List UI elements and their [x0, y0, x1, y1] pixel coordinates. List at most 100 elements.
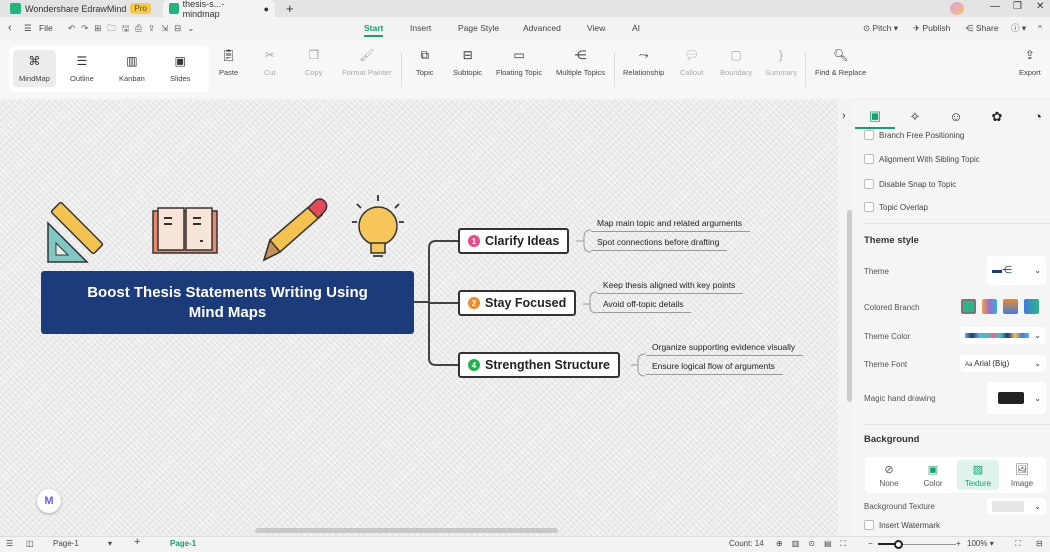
- branch-style-option[interactable]: [1003, 299, 1018, 314]
- back-icon[interactable]: ‹: [8, 17, 12, 39]
- callout-button[interactable]: 💬︎ Callout: [680, 48, 703, 77]
- restore-icon[interactable]: ❐: [1013, 1, 1022, 12]
- subtopic[interactable]: Map main topic and related arguments: [591, 218, 751, 232]
- pitch-button[interactable]: ⊙ Pitch ▾: [863, 17, 898, 39]
- pencil-icon: [262, 198, 328, 262]
- relationship-icon: ⤳: [638, 48, 649, 62]
- branch-style-option[interactable]: [982, 299, 997, 314]
- view-outline[interactable]: ☰ Outline: [70, 54, 94, 83]
- multiple-topics-button[interactable]: ⋲ Multiple Topics: [556, 48, 605, 77]
- checkbox-insert-watermark[interactable]: Insert Watermark: [864, 520, 940, 530]
- doc-tab[interactable]: thesis-s...-mindmap ●: [163, 0, 275, 19]
- collapse-panel-icon[interactable]: ›: [842, 110, 846, 122]
- theme-color-dropdown[interactable]: ⌄: [960, 327, 1046, 344]
- view-mindmap[interactable]: ⌘ MindMap: [13, 50, 56, 87]
- chevron-down-icon: ⌄: [1034, 266, 1041, 275]
- relationship-button[interactable]: ⤳ Relationship: [623, 48, 664, 77]
- collapse-ribbon-icon[interactable]: ^: [1038, 17, 1042, 39]
- label: Summary: [765, 68, 798, 77]
- root-topic[interactable]: Boost Thesis Statements Writing Using Mi…: [41, 271, 414, 334]
- publish-button[interactable]: ✈ Publish: [913, 17, 950, 39]
- tab-ai[interactable]: AI: [632, 17, 640, 39]
- checkbox-alignment-sibling[interactable]: Alignment With Sibling Topic: [864, 154, 980, 164]
- branch-style-option[interactable]: [1024, 299, 1039, 314]
- add-page-button[interactable]: +: [134, 536, 140, 548]
- close-icon[interactable]: ✕: [1036, 1, 1044, 12]
- cut-button[interactable]: ✂ Cut: [264, 48, 276, 77]
- new-tab-button[interactable]: +: [280, 0, 300, 17]
- outline-toggle-icon[interactable]: ☰: [6, 539, 13, 548]
- subtopic[interactable]: Keep thesis aligned with key points: [597, 280, 744, 294]
- bg-option-none[interactable]: ⊘ None: [868, 460, 910, 490]
- panel-tab-style-icon[interactable]: ▣: [855, 104, 895, 129]
- avatar[interactable]: [950, 2, 964, 15]
- magic-hand-drawing-dropdown[interactable]: ⌄: [987, 382, 1046, 414]
- panel-tab-sticker-icon[interactable]: ☺: [936, 104, 976, 129]
- checkbox-disable-snap[interactable]: Disable Snap to Topic: [864, 179, 956, 189]
- page-select[interactable]: Page-1: [53, 539, 79, 548]
- export-button[interactable]: ⇪ Export: [1019, 48, 1041, 77]
- theme-label: Theme: [864, 267, 889, 276]
- branch-style-option[interactable]: [961, 299, 976, 314]
- boundary-button[interactable]: ▢ Boundary: [720, 48, 752, 77]
- summary-button[interactable]: } Summary: [765, 48, 797, 77]
- paste-button[interactable]: 📋︎ Paste: [219, 48, 238, 77]
- vertical-scrollbar[interactable]: [847, 210, 852, 402]
- quick-access-icons[interactable]: ↶↷⊞🗀🖫⎙⇪⇲⊟⌄: [68, 17, 200, 39]
- minimize-icon[interactable]: —: [990, 1, 1000, 12]
- fullscreen-icon[interactable]: ⛶: [1015, 539, 1021, 549]
- bg-option-image[interactable]: 🖼︎ Image: [1001, 460, 1043, 490]
- subtopic-button[interactable]: ⊟ Subtopic: [453, 48, 482, 77]
- panel-tab-theme-icon[interactable]: ✿: [977, 104, 1017, 129]
- subtopic[interactable]: Avoid off-topic details: [597, 299, 692, 313]
- subtopic[interactable]: Ensure logical flow of arguments: [646, 361, 783, 375]
- zoom-level[interactable]: 100% ▾: [967, 539, 994, 548]
- bg-option-texture[interactable]: ▨ Texture: [957, 460, 999, 490]
- label: Alignment With Sibling Topic: [879, 154, 980, 164]
- ai-assistant-button[interactable]: M: [37, 489, 61, 513]
- zoom-out-icon[interactable]: −: [868, 539, 873, 548]
- subtopic[interactable]: Spot connections before drafting: [591, 237, 728, 251]
- panel-toggle-icon[interactable]: ⊟: [1036, 539, 1043, 548]
- subtopic[interactable]: Organize supporting evidence visually: [646, 342, 804, 356]
- checkbox-topic-overlap[interactable]: Topic Overlap: [864, 202, 928, 212]
- app-tab[interactable]: Wondershare EdrawMind Pro: [4, 0, 157, 17]
- theme-font-dropdown[interactable]: Aa Arial (Big) ⌄: [960, 355, 1046, 372]
- find-icon: 🔍︎: [833, 48, 849, 62]
- tab-view[interactable]: View: [587, 17, 605, 39]
- horizontal-scrollbar[interactable]: [255, 528, 558, 533]
- tab-insert[interactable]: Insert: [410, 17, 431, 39]
- chevron-down-icon[interactable]: ▾: [108, 539, 112, 548]
- topic-stay-focused[interactable]: 2 Stay Focused: [458, 290, 577, 316]
- tab-start[interactable]: Start: [364, 17, 384, 37]
- label: Export: [1019, 68, 1041, 77]
- tab-advanced[interactable]: Advanced: [523, 17, 561, 39]
- panel-tab-ai-icon[interactable]: ✧: [895, 104, 935, 129]
- menu-icon[interactable]: ☰: [24, 17, 32, 39]
- theme-dropdown[interactable]: ▬⋲ ⌄: [987, 256, 1046, 285]
- floating-topic-button[interactable]: ▭ Floating Topic: [496, 48, 542, 77]
- topic-button[interactable]: ⧉ Topic: [416, 48, 434, 77]
- checkbox-branch-free-positioning[interactable]: Branch Free Positioning: [864, 130, 964, 140]
- background-texture-dropdown[interactable]: ⌄: [987, 498, 1046, 515]
- topic-clarify-ideas[interactable]: 1 Clarify Ideas: [458, 228, 570, 254]
- background-texture-label: Background Texture: [864, 502, 936, 511]
- file-menu[interactable]: File: [39, 17, 53, 39]
- find-replace-button[interactable]: 🔍︎ Find & Replace: [815, 48, 866, 77]
- bg-option-color[interactable]: ▣ Color: [912, 460, 954, 490]
- tab-page-style[interactable]: Page Style: [458, 17, 499, 39]
- panel-tab-history-icon[interactable]: ◔: [1018, 104, 1050, 129]
- copy-button[interactable]: ❐ Copy: [305, 48, 323, 77]
- open-book-icon: [152, 207, 218, 254]
- page-tab[interactable]: Page-1: [170, 539, 196, 548]
- view-kanban[interactable]: ▥ Kanban: [119, 54, 145, 83]
- format-painter-button[interactable]: 🖌︎ Format Painter: [342, 48, 392, 77]
- view-slides[interactable]: ▣ Slides: [170, 54, 190, 83]
- topic-strengthen-structure[interactable]: 4 Strengthen Structure: [458, 352, 621, 378]
- page-view-icon[interactable]: ◫: [26, 539, 34, 548]
- view-tools-icons[interactable]: ⊕▥⊙▤⛶: [776, 539, 855, 549]
- help-icon[interactable]: ⓘ ▾: [1011, 17, 1026, 39]
- zoom-in-icon[interactable]: +: [956, 539, 961, 548]
- zoom-slider-thumb[interactable]: [894, 540, 903, 549]
- share-button[interactable]: ⋲ Share: [965, 17, 999, 39]
